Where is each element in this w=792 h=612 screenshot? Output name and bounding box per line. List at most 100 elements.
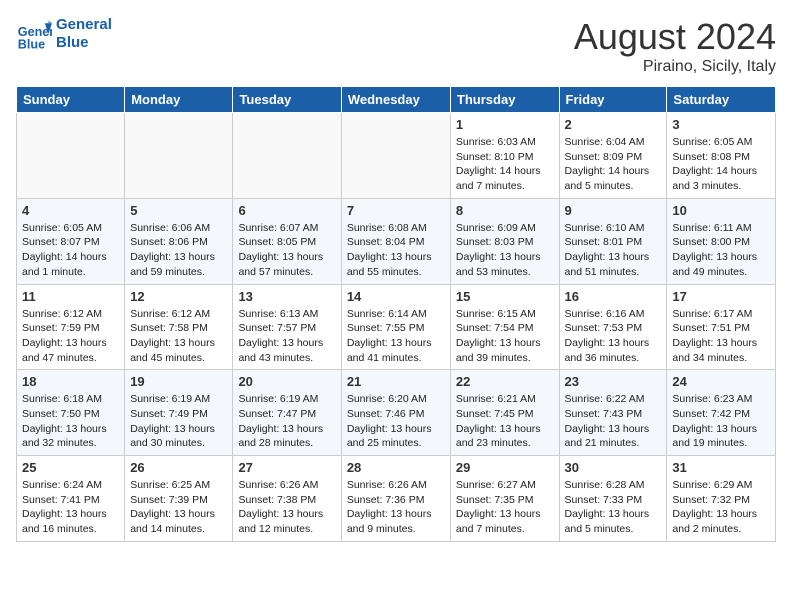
day-info: Sunrise: 6:27 AM Sunset: 7:35 PM Dayligh… [456, 478, 554, 537]
day-number: 11 [22, 289, 119, 304]
page-header: General Blue General Blue August 2024 Pi… [16, 16, 776, 76]
day-number: 4 [22, 203, 119, 218]
calendar-cell: 25 Sunrise: 6:24 AM Sunset: 7:41 PM Dayli… [17, 456, 125, 542]
day-info: Sunrise: 6:14 AM Sunset: 7:55 PM Dayligh… [347, 307, 445, 366]
day-number: 22 [456, 374, 554, 389]
calendar-cell: 4 Sunrise: 6:05 AM Sunset: 8:07 PM Daylig… [17, 198, 125, 284]
day-info: Sunrise: 6:26 AM Sunset: 7:36 PM Dayligh… [347, 478, 445, 537]
day-number: 21 [347, 374, 445, 389]
calendar-cell: 17Sunrise: 6:17 AM Sunset: 7:51 PM Dayli… [667, 284, 776, 370]
calendar-cell: 29 Sunrise: 6:27 AM Sunset: 7:35 PM Dayli… [450, 456, 559, 542]
day-number: 1 [456, 117, 554, 132]
day-info: Sunrise: 6:16 AM Sunset: 7:53 PM Dayligh… [565, 307, 662, 366]
calendar-cell [125, 113, 233, 199]
day-number: 18 [22, 374, 119, 389]
day-info: Sunrise: 6:04 AM Sunset: 8:09 PM Dayligh… [565, 135, 662, 194]
calendar-cell: 6 Sunrise: 6:07 AM Sunset: 8:05 PM Daylig… [233, 198, 341, 284]
day-info: Sunrise: 6:18 AM Sunset: 7:50 PM Dayligh… [22, 392, 119, 451]
calendar-cell: 9 Sunrise: 6:10 AM Sunset: 8:01 PM Daylig… [559, 198, 667, 284]
svg-text:Blue: Blue [18, 37, 45, 51]
day-info: Sunrise: 6:06 AM Sunset: 8:06 PM Dayligh… [130, 221, 227, 280]
weekday-header-monday: Monday [125, 87, 233, 113]
day-info: Sunrise: 6:10 AM Sunset: 8:01 PM Dayligh… [565, 221, 662, 280]
day-number: 26 [130, 460, 227, 475]
day-info: Sunrise: 6:05 AM Sunset: 8:08 PM Dayligh… [672, 135, 770, 194]
calendar-cell: 8 Sunrise: 6:09 AM Sunset: 8:03 PM Daylig… [450, 198, 559, 284]
calendar-cell: 21Sunrise: 6:20 AM Sunset: 7:46 PM Dayli… [341, 370, 450, 456]
title-block: August 2024 Piraino, Sicily, Italy [574, 16, 776, 76]
calendar-cell: 14Sunrise: 6:14 AM Sunset: 7:55 PM Dayli… [341, 284, 450, 370]
day-info: Sunrise: 6:28 AM Sunset: 7:33 PM Dayligh… [565, 478, 662, 537]
weekday-header-tuesday: Tuesday [233, 87, 341, 113]
calendar-week-row: 25 Sunrise: 6:24 AM Sunset: 7:41 PM Dayli… [17, 456, 776, 542]
day-number: 19 [130, 374, 227, 389]
calendar-cell: 10 Sunrise: 6:11 AM Sunset: 8:00 PM Dayli… [667, 198, 776, 284]
day-number: 2 [565, 117, 662, 132]
weekday-header-row: SundayMondayTuesdayWednesdayThursdayFrid… [17, 87, 776, 113]
day-number: 30 [565, 460, 662, 475]
calendar-cell: 31Sunrise: 6:29 AM Sunset: 7:32 PM Dayli… [667, 456, 776, 542]
day-info: Sunrise: 6:05 AM Sunset: 8:07 PM Dayligh… [22, 221, 119, 280]
day-number: 15 [456, 289, 554, 304]
weekday-header-thursday: Thursday [450, 87, 559, 113]
day-info: Sunrise: 6:22 AM Sunset: 7:43 PM Dayligh… [565, 392, 662, 451]
calendar-cell: 20 Sunrise: 6:19 AM Sunset: 7:47 PM Dayli… [233, 370, 341, 456]
day-number: 29 [456, 460, 554, 475]
calendar-cell: 5 Sunrise: 6:06 AM Sunset: 8:06 PM Daylig… [125, 198, 233, 284]
month-title: August 2024 [574, 16, 776, 58]
day-number: 28 [347, 460, 445, 475]
day-number: 8 [456, 203, 554, 218]
day-number: 25 [22, 460, 119, 475]
calendar-cell: 22 Sunrise: 6:21 AM Sunset: 7:45 PM Dayli… [450, 370, 559, 456]
day-number: 9 [565, 203, 662, 218]
day-number: 5 [130, 203, 227, 218]
calendar-week-row: 18 Sunrise: 6:18 AM Sunset: 7:50 PM Dayli… [17, 370, 776, 456]
calendar-cell: 19 Sunrise: 6:19 AM Sunset: 7:49 PM Dayli… [125, 370, 233, 456]
calendar-cell: 11Sunrise: 6:12 AM Sunset: 7:59 PM Dayli… [17, 284, 125, 370]
day-number: 13 [238, 289, 335, 304]
calendar-cell: 12 Sunrise: 6:12 AM Sunset: 7:58 PM Dayli… [125, 284, 233, 370]
calendar-week-row: 11Sunrise: 6:12 AM Sunset: 7:59 PM Dayli… [17, 284, 776, 370]
day-number: 16 [565, 289, 662, 304]
day-info: Sunrise: 6:12 AM Sunset: 7:58 PM Dayligh… [130, 307, 227, 366]
day-number: 3 [672, 117, 770, 132]
day-info: Sunrise: 6:19 AM Sunset: 7:49 PM Dayligh… [130, 392, 227, 451]
day-number: 6 [238, 203, 335, 218]
day-info: Sunrise: 6:19 AM Sunset: 7:47 PM Dayligh… [238, 392, 335, 451]
calendar-cell: 30 Sunrise: 6:28 AM Sunset: 7:33 PM Dayli… [559, 456, 667, 542]
day-number: 24 [672, 374, 770, 389]
logo-icon: General Blue [16, 16, 52, 52]
calendar-cell: 7Sunrise: 6:08 AM Sunset: 8:04 PM Daylig… [341, 198, 450, 284]
day-info: Sunrise: 6:08 AM Sunset: 8:04 PM Dayligh… [347, 221, 445, 280]
day-info: Sunrise: 6:07 AM Sunset: 8:05 PM Dayligh… [238, 221, 335, 280]
day-info: Sunrise: 6:21 AM Sunset: 7:45 PM Dayligh… [456, 392, 554, 451]
calendar-cell: 27 Sunrise: 6:26 AM Sunset: 7:38 PM Dayli… [233, 456, 341, 542]
weekday-header-friday: Friday [559, 87, 667, 113]
day-info: Sunrise: 6:24 AM Sunset: 7:41 PM Dayligh… [22, 478, 119, 537]
day-info: Sunrise: 6:03 AM Sunset: 8:10 PM Dayligh… [456, 135, 554, 194]
calendar-cell: 18 Sunrise: 6:18 AM Sunset: 7:50 PM Dayli… [17, 370, 125, 456]
day-info: Sunrise: 6:26 AM Sunset: 7:38 PM Dayligh… [238, 478, 335, 537]
day-number: 23 [565, 374, 662, 389]
calendar-cell: 16 Sunrise: 6:16 AM Sunset: 7:53 PM Dayli… [559, 284, 667, 370]
calendar-cell [233, 113, 341, 199]
day-number: 31 [672, 460, 770, 475]
calendar-cell: 15Sunrise: 6:15 AM Sunset: 7:54 PM Dayli… [450, 284, 559, 370]
day-number: 17 [672, 289, 770, 304]
day-number: 27 [238, 460, 335, 475]
calendar-cell [341, 113, 450, 199]
weekday-header-saturday: Saturday [667, 87, 776, 113]
calendar-cell: 23 Sunrise: 6:22 AM Sunset: 7:43 PM Dayli… [559, 370, 667, 456]
calendar-cell: 26Sunrise: 6:25 AM Sunset: 7:39 PM Dayli… [125, 456, 233, 542]
day-info: Sunrise: 6:09 AM Sunset: 8:03 PM Dayligh… [456, 221, 554, 280]
day-number: 12 [130, 289, 227, 304]
logo: General Blue General Blue [16, 16, 112, 52]
calendar-cell [17, 113, 125, 199]
calendar-week-row: 4 Sunrise: 6:05 AM Sunset: 8:07 PM Daylig… [17, 198, 776, 284]
calendar-table: SundayMondayTuesdayWednesdayThursdayFrid… [16, 86, 776, 542]
day-number: 20 [238, 374, 335, 389]
day-number: 10 [672, 203, 770, 218]
location: Piraino, Sicily, Italy [574, 58, 776, 76]
day-info: Sunrise: 6:11 AM Sunset: 8:00 PM Dayligh… [672, 221, 770, 280]
calendar-cell: 28 Sunrise: 6:26 AM Sunset: 7:36 PM Dayli… [341, 456, 450, 542]
